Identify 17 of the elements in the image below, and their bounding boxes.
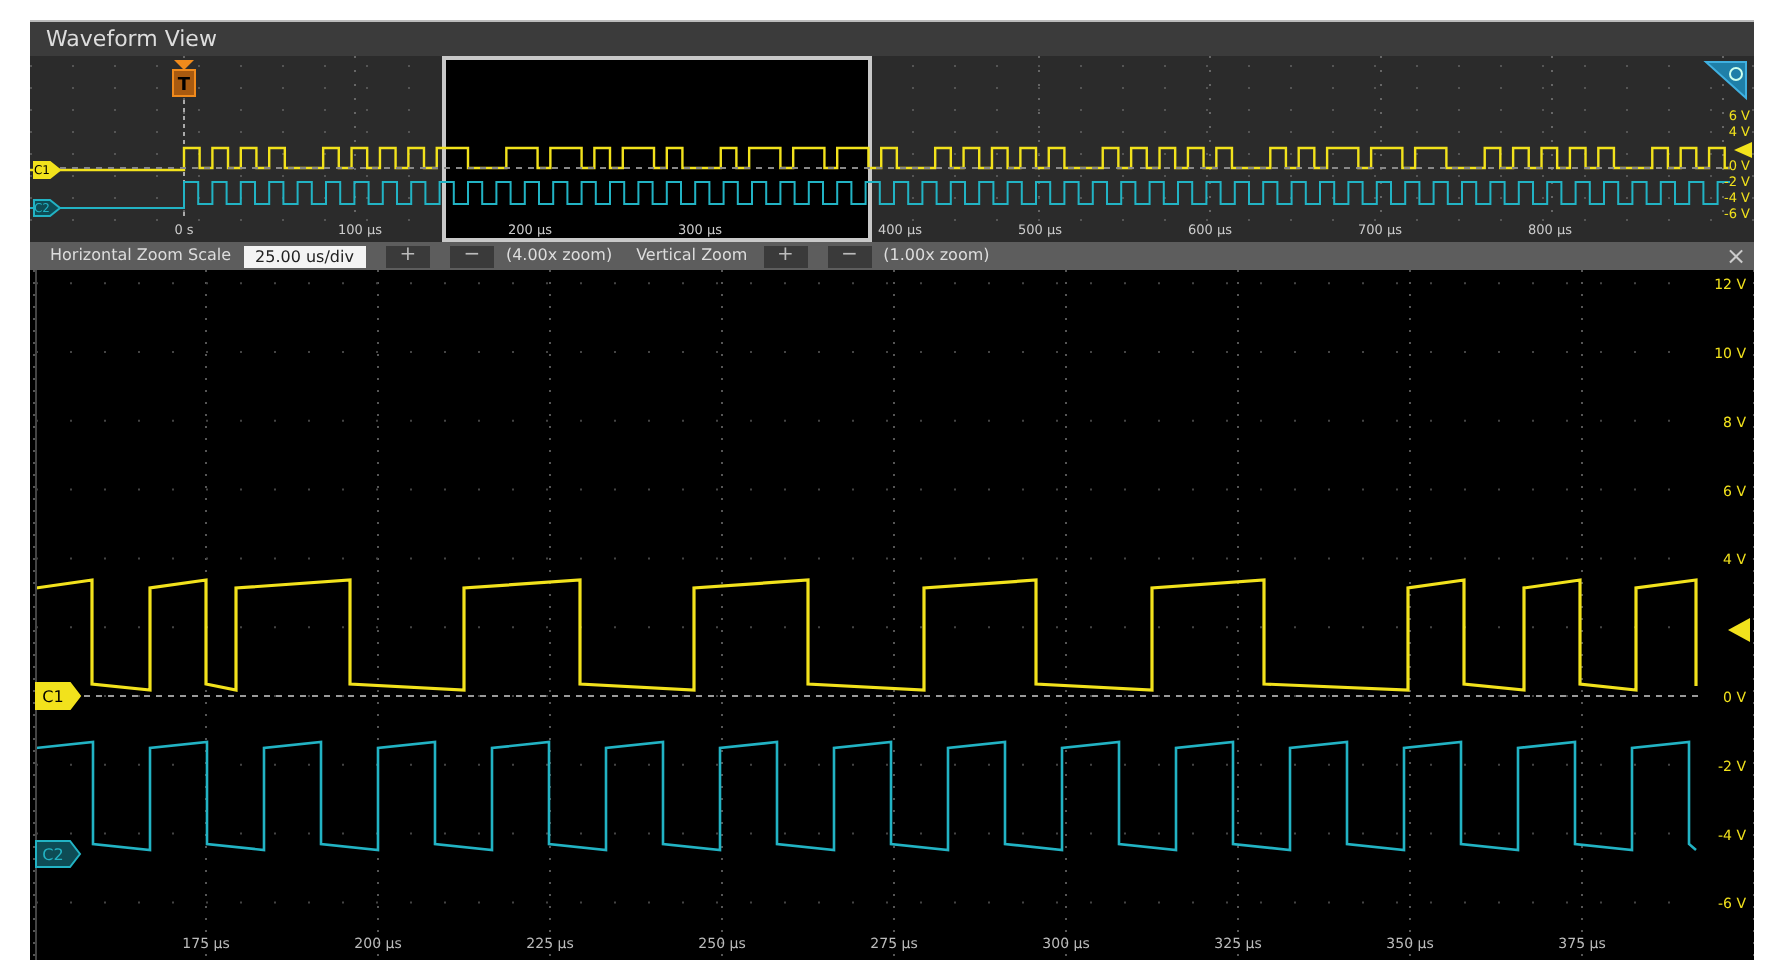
channel-label[interactable]: C2 xyxy=(35,840,82,868)
close-button[interactable]: × xyxy=(1717,244,1754,268)
zoom-window[interactable] xyxy=(442,56,872,242)
offset-arrow-icon[interactable] xyxy=(1728,618,1750,642)
channel-label[interactable]: C1 xyxy=(35,682,82,710)
zoom-factor: (1.00x zoom) xyxy=(883,244,990,268)
vertical-zoom-label: Vertical Zoom xyxy=(636,244,748,268)
zoom-in-button[interactable]: + xyxy=(763,245,808,267)
zoom-scale-label: Horizontal Zoom Scale xyxy=(50,244,232,268)
offset-arrow-icon[interactable] xyxy=(1734,142,1752,158)
zoom-factor: (4.00x zoom) xyxy=(505,244,613,268)
window-title: Waveform View xyxy=(30,22,1754,56)
zoom-out-button[interactable]: − xyxy=(449,245,494,267)
zoom-in-button[interactable]: + xyxy=(385,245,430,267)
cursor-icon[interactable] xyxy=(1703,61,1747,101)
zoom-out-button[interactable]: − xyxy=(827,245,872,267)
zoom-scale-field[interactable]: 25.00 us/div xyxy=(243,245,366,267)
